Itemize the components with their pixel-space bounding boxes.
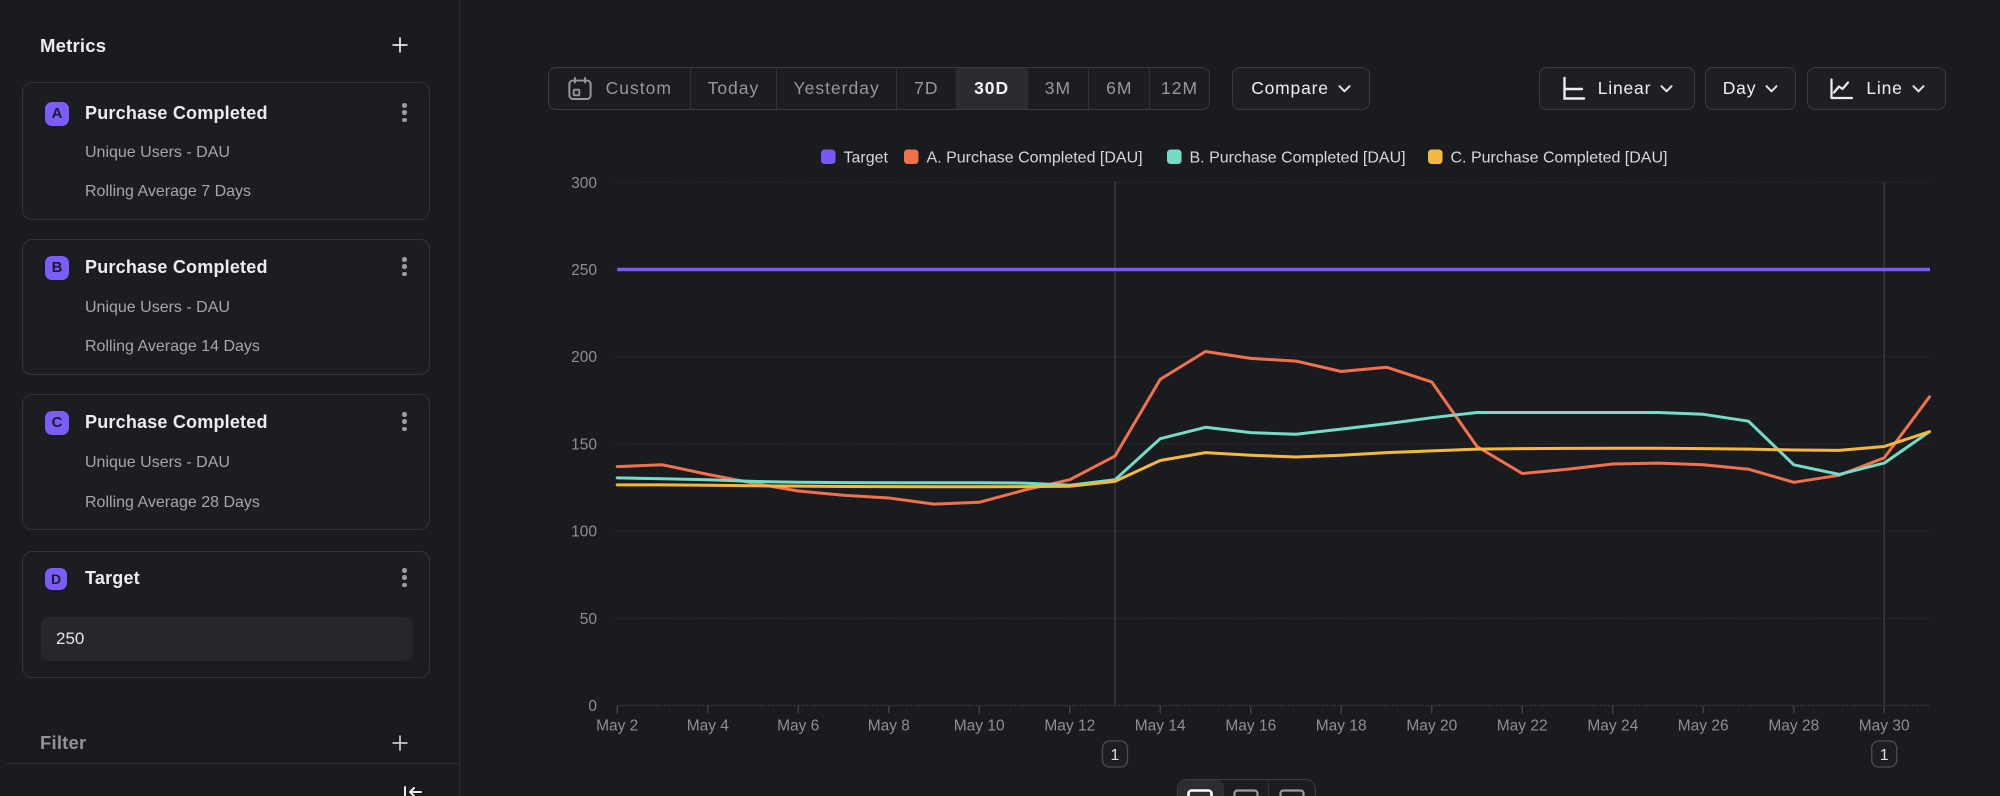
svg-text:May 16: May 16 (1225, 718, 1276, 735)
svg-text:May 10: May 10 (954, 718, 1005, 735)
svg-text:May 18: May 18 (1316, 718, 1367, 735)
svg-text:1: 1 (1111, 747, 1120, 764)
svg-text:May 20: May 20 (1406, 718, 1457, 735)
svg-text:C. Purchase Completed [DAU]: C. Purchase Completed [DAU] (1451, 150, 1668, 167)
svg-text:May 14: May 14 (1135, 718, 1186, 735)
svg-text:May 4: May 4 (687, 718, 730, 735)
svg-text:May 12: May 12 (1044, 718, 1095, 735)
svg-text:May 22: May 22 (1497, 718, 1548, 735)
svg-text:May 28: May 28 (1768, 718, 1819, 735)
svg-text:May 30: May 30 (1859, 718, 1910, 735)
svg-text:B. Purchase Completed [DAU]: B. Purchase Completed [DAU] (1190, 150, 1406, 167)
svg-text:May 8: May 8 (868, 718, 910, 735)
svg-text:May 6: May 6 (777, 718, 819, 735)
svg-text:May 2: May 2 (596, 718, 638, 735)
svg-text:250: 250 (571, 262, 597, 279)
svg-text:200: 200 (571, 349, 597, 366)
svg-text:0: 0 (588, 698, 597, 715)
svg-text:May 24: May 24 (1587, 718, 1638, 735)
svg-text:Target: Target (844, 150, 889, 167)
svg-text:May 26: May 26 (1678, 718, 1729, 735)
svg-text:300: 300 (571, 175, 597, 192)
svg-text:100: 100 (571, 524, 597, 541)
svg-text:A. Purchase Completed [DAU]: A. Purchase Completed [DAU] (927, 150, 1143, 167)
svg-text:1: 1 (1880, 747, 1889, 764)
svg-text:150: 150 (571, 436, 597, 453)
svg-text:50: 50 (580, 611, 598, 628)
